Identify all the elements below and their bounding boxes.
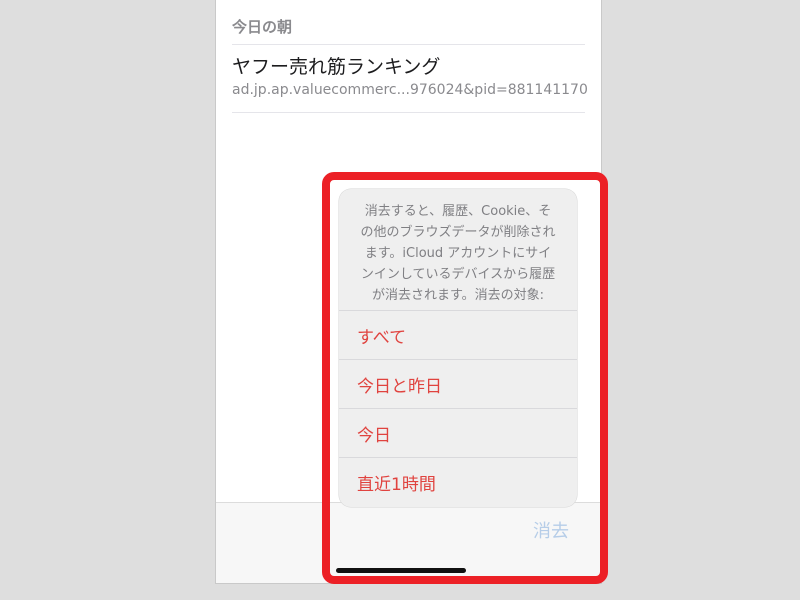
clear-option-label: 今日と昨日 bbox=[357, 377, 442, 397]
action-sheet-message-line: 消去すると、履歴、Cookie、そ bbox=[364, 204, 552, 219]
separator bbox=[232, 112, 585, 113]
screenshot-stage: 今日の朝 ヤフー売れ筋ランキング ad.jp.ap.valuecommerc..… bbox=[0, 0, 800, 600]
clear-history-action-sheet: 消去すると、履歴、Cookie、そ の他のブラウズデータが削除され ます。iCl… bbox=[339, 189, 577, 507]
clear-option-label: 直近1時間 bbox=[357, 475, 436, 495]
history-item-title: ヤフー売れ筋ランキング bbox=[232, 56, 441, 78]
action-sheet-message-line: ます。iCloud アカウントにサイ bbox=[364, 246, 552, 261]
action-sheet-message-line: が消去されます。消去の対象: bbox=[371, 288, 545, 303]
clear-option-all[interactable]: すべて bbox=[339, 310, 577, 360]
clear-option-last-hour[interactable]: 直近1時間 bbox=[339, 457, 577, 507]
action-sheet-message-line: ンインしているデバイスから履歴 bbox=[360, 267, 556, 282]
clear-option-label: 今日 bbox=[357, 426, 391, 446]
separator bbox=[232, 44, 585, 45]
clear-button[interactable]: 消去 bbox=[533, 517, 569, 543]
home-indicator bbox=[336, 568, 466, 573]
action-sheet-message-line: の他のブラウズデータが削除され bbox=[360, 225, 556, 240]
history-item[interactable]: ヤフー売れ筋ランキング ad.jp.ap.valuecommerc...9760… bbox=[232, 52, 588, 112]
clear-option-label: すべて bbox=[357, 328, 407, 348]
history-section-header: 今日の朝 bbox=[232, 18, 293, 36]
clear-option-today[interactable]: 今日 bbox=[339, 408, 577, 458]
action-sheet-message: 消去すると、履歴、Cookie、そ の他のブラウズデータが削除され ます。iCl… bbox=[349, 201, 567, 306]
history-item-url: ad.jp.ap.valuecommerc...976024&pid=88114… bbox=[232, 82, 588, 98]
clear-option-today-and-yesterday[interactable]: 今日と昨日 bbox=[339, 359, 577, 409]
